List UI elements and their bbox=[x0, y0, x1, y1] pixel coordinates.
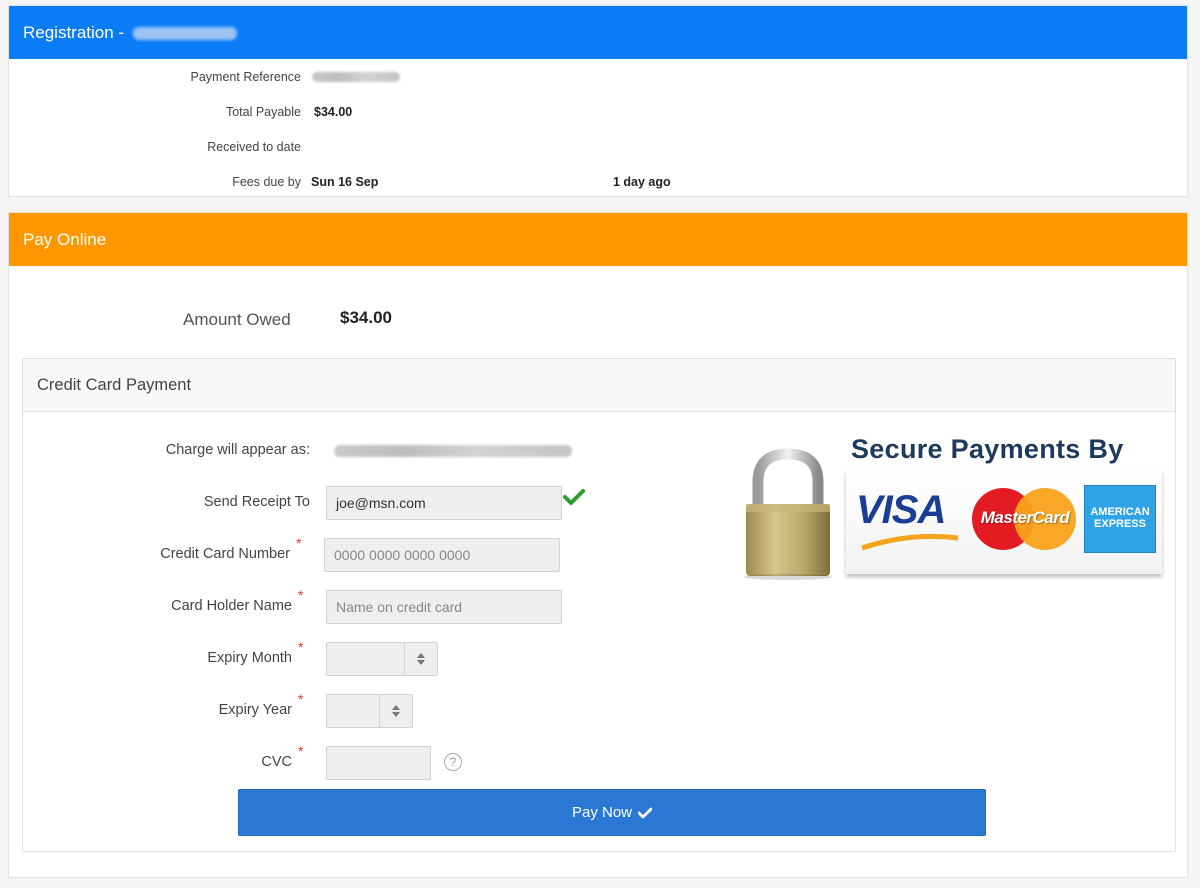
cvc-input[interactable] bbox=[326, 746, 431, 780]
registration-panel: Registration - Payment Reference Total P… bbox=[8, 5, 1188, 197]
credit-card-title: Credit Card Payment bbox=[37, 376, 192, 394]
padlock-icon bbox=[738, 448, 838, 580]
credit-card-header: Credit Card Payment bbox=[23, 359, 1175, 412]
pay-online-header: Pay Online bbox=[9, 213, 1187, 266]
redacted-payment-reference bbox=[312, 72, 400, 82]
expiry-month-label: Expiry Month bbox=[207, 650, 292, 666]
fees-due-relative: 1 day ago bbox=[613, 175, 671, 189]
pay-online-title: Pay Online bbox=[23, 230, 107, 249]
card-number-input[interactable]: 0000 0000 0000 0000 bbox=[324, 538, 560, 572]
fees-due-label: Fees due by bbox=[232, 175, 301, 189]
expiry-month-required-mark: * bbox=[298, 639, 304, 655]
card-number-required-mark: * bbox=[296, 535, 302, 551]
pay-now-button[interactable]: Pay Now bbox=[238, 789, 986, 836]
cvc-label: CVC bbox=[261, 754, 292, 770]
expiry-year-label: Expiry Year bbox=[218, 702, 292, 718]
amount-owed-label: Amount Owed bbox=[183, 310, 291, 329]
total-payable-label: Total Payable bbox=[225, 105, 301, 119]
select-updown-icon bbox=[404, 643, 437, 675]
amex-line-2: EXPRESS bbox=[1094, 518, 1146, 530]
check-icon bbox=[563, 488, 585, 506]
visa-wordmark: VISA bbox=[856, 488, 946, 532]
expiry-year-select[interactable] bbox=[326, 694, 413, 728]
cvc-required-mark: * bbox=[298, 743, 304, 759]
redacted-event-name bbox=[132, 27, 237, 41]
amex-logo: AMERICAN EXPRESS bbox=[1084, 485, 1156, 553]
fees-due-value: Sun 16 Sep bbox=[311, 175, 379, 189]
mastercard-logo: MasterCard bbox=[972, 488, 1078, 552]
send-receipt-label: Send Receipt To bbox=[203, 494, 310, 510]
card-holder-input[interactable]: Name on credit card bbox=[326, 590, 562, 624]
secure-payments-banner: Secure Payments By VISA MasterCard AMERI… bbox=[738, 430, 1166, 582]
card-holder-required-mark: * bbox=[298, 587, 304, 603]
secure-payments-heading: Secure Payments By bbox=[851, 434, 1124, 464]
help-icon[interactable]: ? bbox=[444, 753, 462, 771]
registration-header: Registration - bbox=[9, 6, 1187, 59]
registration-title: Registration - bbox=[23, 23, 125, 42]
select-updown-icon bbox=[379, 695, 412, 727]
check-icon bbox=[638, 807, 653, 819]
redacted-charge-descriptor bbox=[334, 445, 572, 457]
help-icon-glyph: ? bbox=[449, 755, 457, 769]
card-number-label: Credit Card Number bbox=[160, 546, 290, 562]
amount-owed-value: $34.00 bbox=[340, 308, 392, 327]
amex-line-1: AMERICAN bbox=[1090, 506, 1150, 518]
expiry-month-select[interactable] bbox=[326, 642, 438, 676]
mastercard-wordmark: MasterCard bbox=[980, 508, 1070, 527]
card-holder-label: Card Holder Name bbox=[171, 598, 292, 614]
send-receipt-input[interactable]: joe@msn.com bbox=[326, 486, 562, 520]
total-payable-value: $34.00 bbox=[314, 105, 353, 119]
charge-appears-as-label: Charge will appear as: bbox=[165, 442, 310, 458]
pay-now-label: Pay Now bbox=[571, 804, 633, 821]
visa-logo: VISA bbox=[854, 488, 962, 552]
payment-reference-label: Payment Reference bbox=[190, 70, 301, 84]
expiry-year-required-mark: * bbox=[298, 691, 304, 707]
received-to-date-label: Received to date bbox=[207, 140, 301, 154]
